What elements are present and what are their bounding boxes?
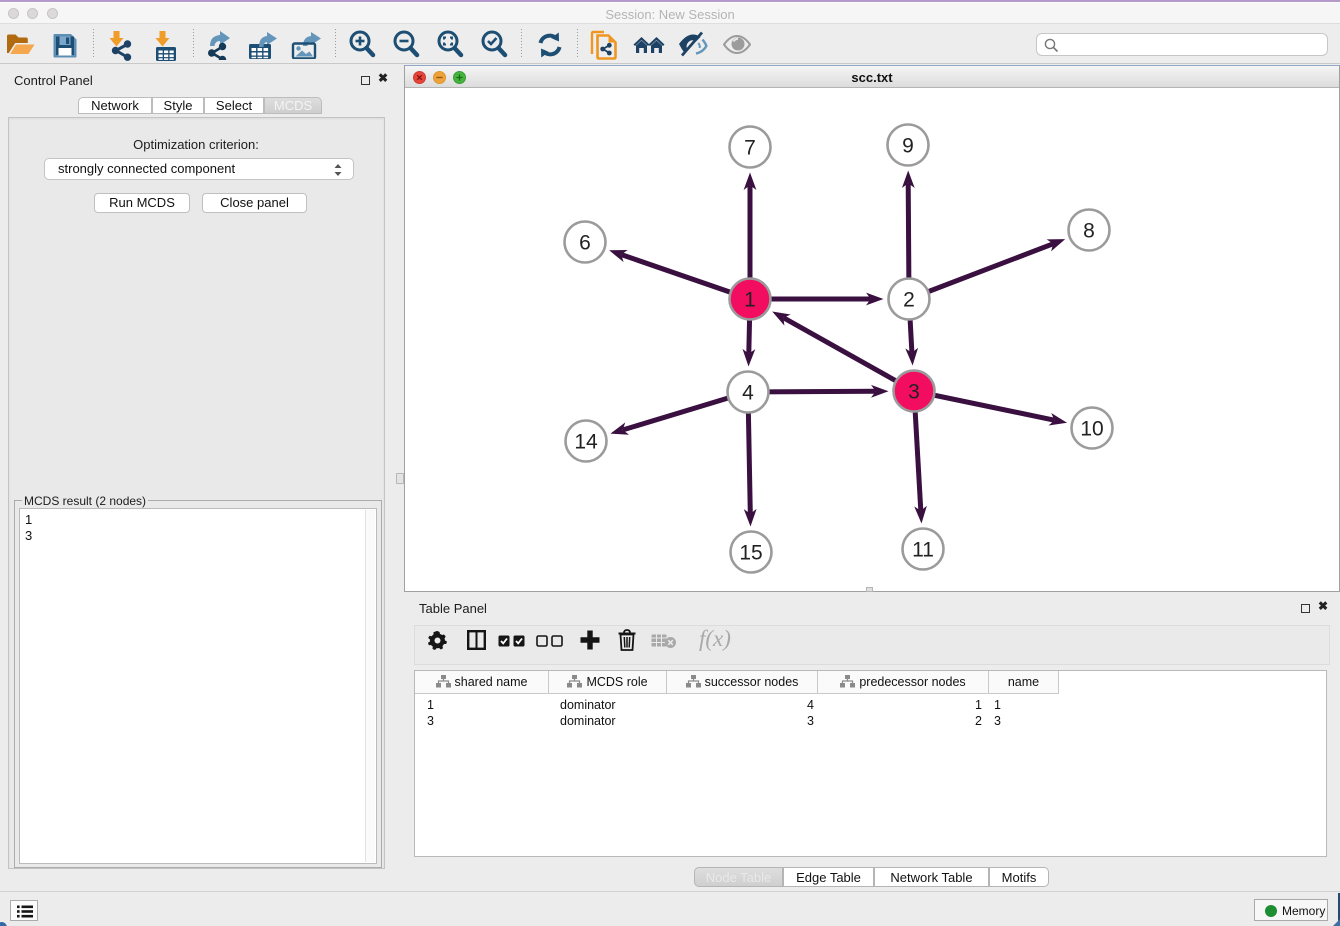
svg-text:3: 3 xyxy=(908,381,920,404)
svg-text:11: 11 xyxy=(912,539,934,562)
svg-text:10: 10 xyxy=(1080,418,1103,441)
svg-text:15: 15 xyxy=(739,542,762,565)
svg-text:8: 8 xyxy=(1083,220,1095,243)
svg-text:9: 9 xyxy=(902,135,914,158)
svg-text:4: 4 xyxy=(742,382,754,405)
svg-text:1: 1 xyxy=(744,289,756,312)
svg-text:14: 14 xyxy=(574,431,598,454)
svg-text:7: 7 xyxy=(744,137,756,160)
svg-text:2: 2 xyxy=(903,289,915,312)
svg-text:6: 6 xyxy=(579,232,591,255)
